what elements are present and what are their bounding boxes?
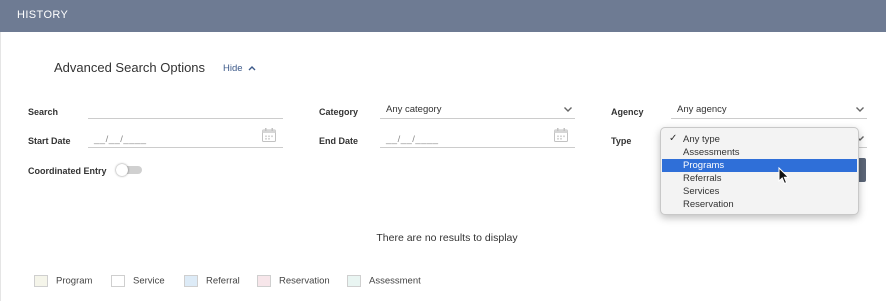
chevron-down-icon	[855, 104, 865, 114]
category-value: Any category	[386, 104, 442, 115]
legend-swatch	[111, 275, 125, 287]
advanced-search-title: Advanced Search Options	[54, 60, 206, 75]
category-select[interactable]: Any category	[380, 102, 575, 119]
legend-item-program: Program	[34, 275, 92, 287]
legend-item-service: Service	[111, 275, 165, 287]
legend-label: Referral	[206, 275, 240, 287]
page-title: HISTORY	[17, 9, 69, 21]
type-label: Type	[611, 136, 632, 146]
legend-label: Reservation	[279, 275, 330, 287]
calendar-icon[interactable]	[261, 127, 277, 143]
category-label: Category	[319, 107, 359, 117]
option-label: Programs	[683, 160, 725, 171]
legend-swatch	[34, 275, 48, 287]
start-date-placeholder: __/__/____	[94, 134, 147, 145]
calendar-icon[interactable]	[553, 127, 569, 143]
start-date-label: Start Date	[28, 136, 71, 146]
type-option-referrals[interactable]: Referrals	[662, 172, 857, 185]
legend-item-assessment: Assessment	[347, 275, 421, 287]
type-option-reservation[interactable]: Reservation	[662, 198, 857, 211]
legend-label: Assessment	[369, 275, 421, 287]
legend-swatch	[257, 275, 271, 287]
type-option-assessments[interactable]: Assessments	[662, 146, 857, 159]
legend-item-referral: Referral	[184, 275, 240, 287]
option-label: Referrals	[683, 173, 722, 184]
start-date-field[interactable]: __/__/____	[88, 128, 283, 148]
option-label: Any type	[683, 134, 720, 145]
hide-label: Hide	[223, 63, 243, 74]
legend-swatch	[347, 275, 361, 287]
agency-value: Any agency	[677, 104, 727, 115]
page-header: HISTORY	[0, 0, 886, 32]
hide-advanced-link[interactable]: Hide	[223, 63, 256, 74]
agency-select[interactable]: Any agency	[671, 102, 867, 119]
legend-label: Program	[56, 275, 93, 287]
empty-results-message: There are no results to display	[376, 232, 518, 244]
search-input[interactable]	[88, 102, 283, 119]
legend-label: Service	[133, 275, 165, 287]
end-date-label: End Date	[319, 136, 359, 146]
end-date-field[interactable]: __/__/____	[380, 128, 575, 148]
legend-item-reservation: Reservation	[257, 275, 330, 287]
type-option-services[interactable]: Services	[662, 185, 857, 198]
mouse-pointer-icon	[778, 166, 790, 185]
coordinated-entry-label: Coordinated Entry	[28, 166, 107, 176]
option-label: Assessments	[683, 147, 740, 158]
type-option-programs[interactable]: Programs	[662, 159, 857, 172]
search-label: Search	[28, 107, 59, 117]
end-date-placeholder: __/__/____	[386, 134, 439, 145]
legend-swatch	[184, 275, 198, 287]
agency-label: Agency	[611, 107, 644, 117]
toggle-knob	[116, 164, 128, 176]
chevron-up-icon	[248, 63, 256, 74]
option-label: Services	[683, 186, 720, 197]
type-dropdown-menu: ✓ Any type Assessments Programs Referral…	[660, 127, 859, 215]
option-label: Reservation	[683, 199, 734, 210]
chevron-down-icon	[563, 104, 573, 114]
checkmark-icon: ✓	[669, 133, 678, 144]
type-option-any-type[interactable]: ✓ Any type	[662, 133, 857, 146]
coordinated-entry-toggle[interactable]	[116, 164, 142, 176]
